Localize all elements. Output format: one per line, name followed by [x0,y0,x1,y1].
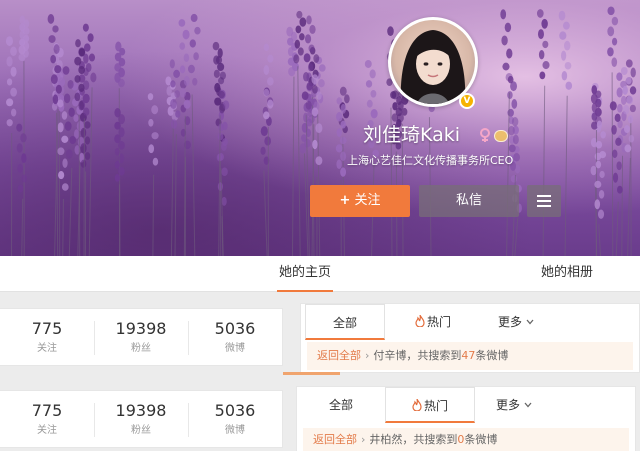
filter-tab-hot[interactable]: 热门 [385,387,475,423]
stat-label: 粉丝 [131,343,151,354]
profile-bio: 上海心艺佳仁文化传播事务所CEO [347,154,514,167]
filter-tab-more[interactable]: 更多 [481,304,551,340]
stat-posts[interactable]: 5036 微博 [188,391,282,449]
stat-value: 5036 [214,401,256,420]
filter-tab-all[interactable]: 全部 [305,304,385,340]
filter-tab-hot-label: 热门 [426,315,451,329]
stat-label: 微博 [225,425,245,436]
filter-tab-all[interactable]: 全部 [301,387,381,423]
tab-home[interactable]: 她的主页 [277,256,333,292]
fire-icon [412,399,422,411]
filter-tab-hot-label: 热门 [423,399,448,413]
avatar-photo [391,20,475,104]
stat-value: 775 [31,319,63,338]
more-menu-button[interactable] [527,185,561,217]
stat-label: 微博 [225,343,245,354]
stat-label: 粉丝 [131,425,151,436]
filter-tab-more-label: 更多 [495,398,520,412]
stat-followers[interactable]: 19398 粉丝 [94,391,188,449]
result-query: 付辛博，共搜索到 [373,349,462,362]
message-button[interactable]: 私信 [419,185,519,217]
profile-tabs: 她的主页 她的相册 [0,256,640,292]
follow-label: 关注 [354,193,381,208]
post-filter-panel: 全部 热门 更多 返回全部 › 付辛博，共搜索到47条微博 [300,303,640,373]
filter-tab-more-label: 更多 [497,315,522,329]
profile-cover: V 刘佳琦Kaki 上海心艺佳仁文化传播事务所CEO + 关注 私信 [0,0,640,256]
stats-panel: 775 关注 19398 粉丝 5036 微博 [0,390,283,448]
stats-panel: 775 关注 19398 粉丝 5036 微博 [0,308,283,366]
divider [283,372,340,375]
chevron-down-icon [524,402,532,408]
result-suffix: 条微博 [464,433,498,446]
stat-label: 关注 [37,425,57,436]
stat-followers[interactable]: 19398 粉丝 [94,309,188,367]
stat-following[interactable]: 775 关注 [0,309,94,367]
plus-icon: + [339,193,351,208]
fire-icon [415,315,425,327]
level-icon [494,130,508,142]
chevron-right-icon: › [361,433,366,446]
stat-value: 19398 [115,401,167,420]
profile-name: 刘佳琦Kaki [363,124,461,146]
stat-value: 19398 [115,319,167,338]
search-result-line: 返回全部 › 付辛博，共搜索到47条微博 [307,342,633,370]
stat-value: 775 [31,401,63,420]
stat-posts[interactable]: 5036 微博 [188,309,282,367]
stat-value: 5036 [214,319,256,338]
message-label: 私信 [455,193,482,208]
follow-button[interactable]: + 关注 [310,185,410,217]
post-filter-panel: 全部 热门 更多 返回全部 › 井柏然，共搜索到0条微博 [296,386,636,451]
chevron-down-icon [526,319,534,325]
result-suffix: 条微博 [475,349,509,362]
back-to-all-link[interactable]: 返回全部 [317,349,361,362]
tab-album[interactable]: 她的相册 [539,256,595,292]
back-to-all-link[interactable]: 返回全部 [313,433,357,446]
result-count: 47 [461,349,476,362]
filter-tab-hot[interactable]: 热门 [389,304,477,340]
filter-tab-more[interactable]: 更多 [479,387,549,423]
verified-badge-icon: V [459,93,475,109]
stat-label: 关注 [37,343,57,354]
lavender-background-image [5,6,637,256]
search-result-line: 返回全部 › 井柏然，共搜索到0条微博 [303,428,629,451]
female-icon [480,128,490,142]
chevron-right-icon: › [365,349,370,362]
stat-following[interactable]: 775 关注 [0,391,94,449]
menu-icon [537,194,551,207]
result-query: 井柏然，共搜索到 [369,433,458,446]
